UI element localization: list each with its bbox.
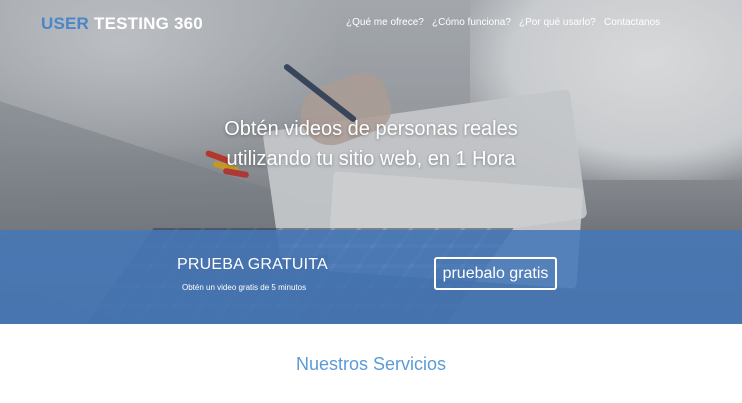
free-trial-subtitle: Obtén un video gratis de 5 minutos	[182, 283, 307, 292]
hero-headline-line-1: Obtén videos de personas reales	[224, 118, 518, 140]
nav-item-por-que-usarlo[interactable]: ¿Por qué usarlo?	[519, 17, 596, 28]
nav-item-que-me-ofrece[interactable]: ¿Qué me ofrece?	[346, 17, 424, 28]
services-heading: Nuestros Servicios	[295, 354, 447, 374]
nav-item-contactanos[interactable]: Contactanos	[604, 17, 660, 28]
hero-headline-line-2: utilizando tu sitio web, en 1 Hora	[226, 148, 516, 170]
main-nav: ¿Qué me ofrece? ¿Cómo funciona? ¿Por qué…	[0, 17, 742, 31]
hero-headline: Obtén videos de personas reales utilizan…	[0, 114, 742, 174]
free-trial-title: PRUEBA GRATUITA	[177, 256, 328, 273]
try-free-button[interactable]: pruebalo gratis	[434, 257, 557, 290]
free-trial-band: PRUEBA GRATUITA Obtén un video gratis de…	[0, 230, 742, 324]
nav-item-como-funciona[interactable]: ¿Cómo funciona?	[432, 17, 511, 28]
